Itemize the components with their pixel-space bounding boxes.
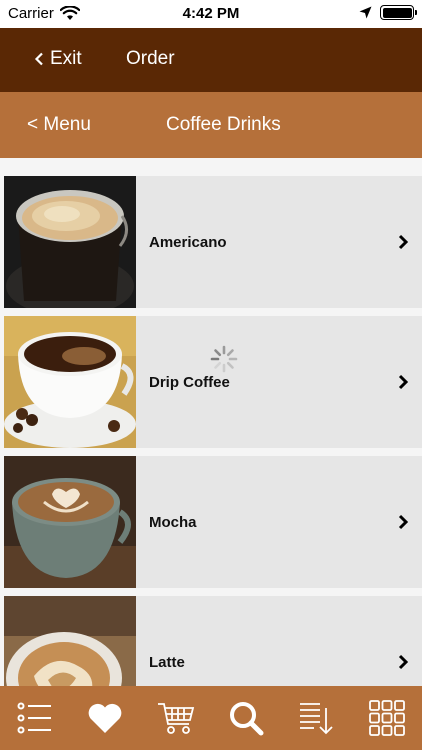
chevron-right-icon [398,654,408,670]
list-icon [17,702,52,734]
tab-favorites[interactable] [80,693,130,743]
search-icon [230,702,264,736]
tab-cart[interactable] [151,693,201,743]
chevron-left-icon [34,52,43,66]
item-label: Drip Coffee [149,373,230,391]
cart-icon [157,703,194,734]
item-label: Americano [149,233,227,251]
list-item-mocha[interactable]: Mocha [4,456,422,588]
heart-icon [89,703,122,733]
latte-photo [4,596,136,686]
nav-title: Order [126,48,175,69]
tab-sort[interactable] [291,693,341,743]
drip-coffee-photo [4,316,136,448]
bottom-tab-bar [0,686,422,750]
tab-grid[interactable] [362,693,412,743]
list-item-latte[interactable]: Latte [4,596,422,686]
status-right-group [359,5,417,20]
grid-icon [368,700,405,736]
tab-search[interactable] [221,693,271,743]
mocha-photo [4,456,136,588]
item-label: Latte [149,653,185,671]
battery-icon [380,5,417,20]
chevron-right-icon [398,514,408,530]
exit-label: Exit [50,48,82,69]
location-arrow-icon [359,6,372,19]
exit-button[interactable]: Exit [34,48,82,70]
item-label: Mocha [149,513,197,531]
chevron-right-icon [398,374,408,390]
loading-spinner-icon [210,345,238,373]
sort-icon [300,703,334,735]
category-title: Coffee Drinks [166,114,281,135]
menu-list[interactable]: Americano Drip Coffee Mocha Latte [0,158,422,686]
americano-photo [4,176,136,308]
list-item-americano[interactable]: Americano [4,176,422,308]
status-bar: Carrier 4:42 PM [0,0,422,28]
list-item-drip-coffee[interactable]: Drip Coffee [4,316,422,448]
tab-list[interactable] [10,693,60,743]
back-to-menu-button[interactable]: < Menu [27,114,91,136]
top-nav-bar: Exit Order [0,28,422,92]
chevron-right-icon [398,234,408,250]
sub-nav-bar: < Menu Coffee Drinks [0,92,422,158]
